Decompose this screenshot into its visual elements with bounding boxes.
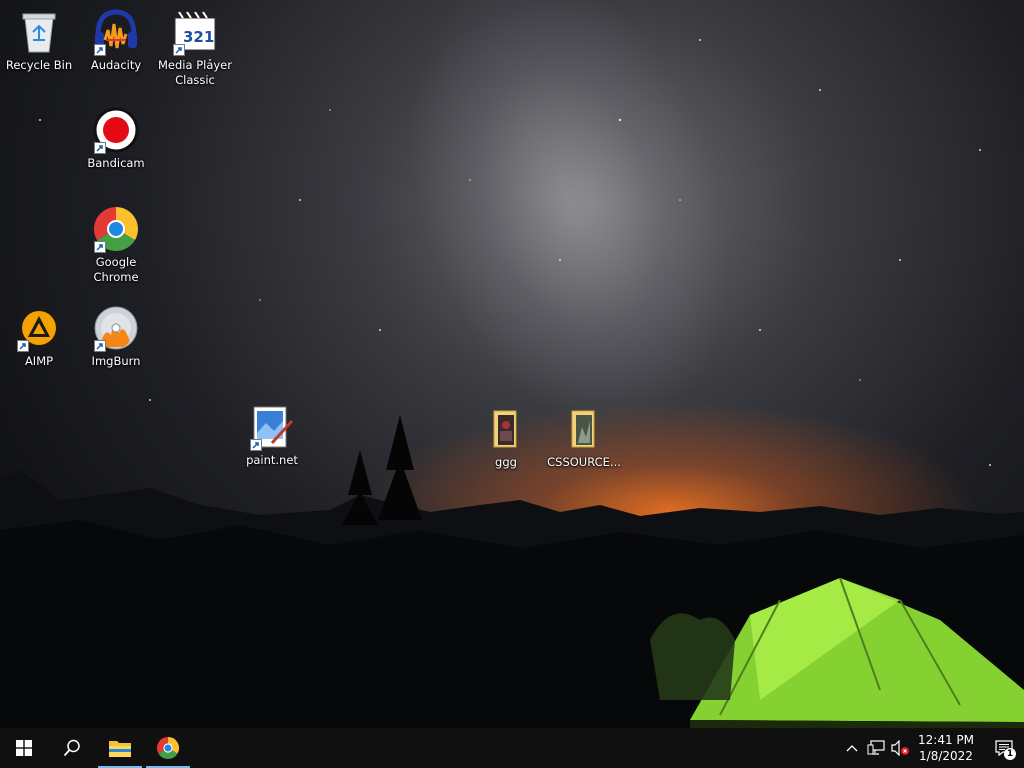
volume-button[interactable] — [888, 728, 912, 768]
desktop-icon-label: Recycle Bin — [5, 58, 73, 72]
system-tray: 12:41 PM 1/8/2022 1 — [840, 728, 1024, 768]
windows-start-icon — [16, 740, 32, 756]
action-center-button[interactable]: 1 — [984, 728, 1024, 768]
desktop-icon-label: Media Player Classic — [158, 58, 232, 87]
desktop-icon-folder-cssource[interactable]: CSSOURCE... — [546, 405, 622, 470]
chrome-icon — [92, 205, 140, 253]
desktop-icon-label: Google Chrome — [93, 255, 139, 284]
shortcut-arrow-icon — [94, 44, 106, 56]
folder-icon — [560, 405, 608, 453]
desktop-icon-media-player-classic[interactable]: 321 Media Player Classic — [157, 8, 233, 88]
desktop-icon-label: AIMP — [24, 354, 54, 368]
chevron-up-icon — [846, 745, 858, 752]
desktop-icon-paintnet[interactable]: paint.net — [234, 403, 310, 468]
bandicam-icon — [92, 106, 140, 154]
show-hidden-icons-button[interactable] — [840, 728, 864, 768]
chrome-icon — [156, 737, 180, 760]
media-player-classic-icon: 321 — [171, 8, 219, 56]
desktop-icon-label: CSSOURCE... — [547, 455, 621, 469]
shortcut-arrow-icon — [250, 439, 262, 451]
taskbar-file-explorer[interactable] — [96, 728, 144, 768]
desktop-icon-label: ggg — [495, 455, 517, 469]
shortcut-arrow-icon — [173, 44, 185, 56]
shortcut-arrow-icon — [17, 340, 29, 352]
network-icon — [867, 740, 885, 755]
desktop-icon-label: paint.net — [246, 453, 298, 467]
desktop-icon-imgburn[interactable]: ImgBurn — [78, 304, 154, 369]
desktop-icon-aimp[interactable]: AIMP — [1, 304, 77, 369]
desktop-icon-audacity[interactable]: Audacity — [78, 8, 154, 73]
shortcut-arrow-icon — [94, 340, 106, 352]
desktop-icon-label: ImgBurn — [91, 354, 141, 368]
search-button[interactable] — [48, 728, 96, 768]
audacity-icon — [92, 8, 140, 56]
shortcut-arrow-icon — [94, 241, 106, 253]
paintnet-icon — [248, 403, 296, 451]
network-button[interactable] — [864, 728, 888, 768]
desktop-icon-recycle-bin[interactable]: Recycle Bin — [1, 8, 77, 73]
aimp-icon — [15, 304, 63, 352]
taskbar: 12:41 PM 1/8/2022 1 — [0, 728, 1024, 768]
search-icon — [63, 739, 80, 757]
desktop-icon-label: Bandicam — [87, 156, 145, 170]
recycle-bin-icon — [15, 8, 63, 56]
desktop-icon-google-chrome[interactable]: Google Chrome — [78, 205, 154, 285]
shortcut-arrow-icon — [94, 142, 106, 154]
volume-muted-icon — [891, 740, 909, 756]
desktop-icon-folder-ggg[interactable]: ggg — [468, 405, 544, 470]
taskbar-google-chrome[interactable] — [144, 728, 192, 768]
clock-date: 1/8/2022 — [919, 749, 973, 763]
folder-icon — [109, 741, 131, 757]
desktop[interactable]: Recycle Bin Audacity 321 Media Player Cl… — [0, 0, 1024, 728]
clock[interactable]: 12:41 PM 1/8/2022 — [912, 732, 984, 764]
start-button[interactable] — [0, 728, 48, 768]
desktop-icon-bandicam[interactable]: Bandicam — [78, 106, 154, 171]
desktop-icon-label: Audacity — [90, 58, 142, 72]
folder-icon — [482, 405, 530, 453]
mpc-badge: 321 — [183, 28, 215, 46]
clock-time: 12:41 PM — [918, 733, 974, 747]
notification-count-badge: 1 — [1004, 748, 1016, 760]
imgburn-icon — [92, 304, 140, 352]
